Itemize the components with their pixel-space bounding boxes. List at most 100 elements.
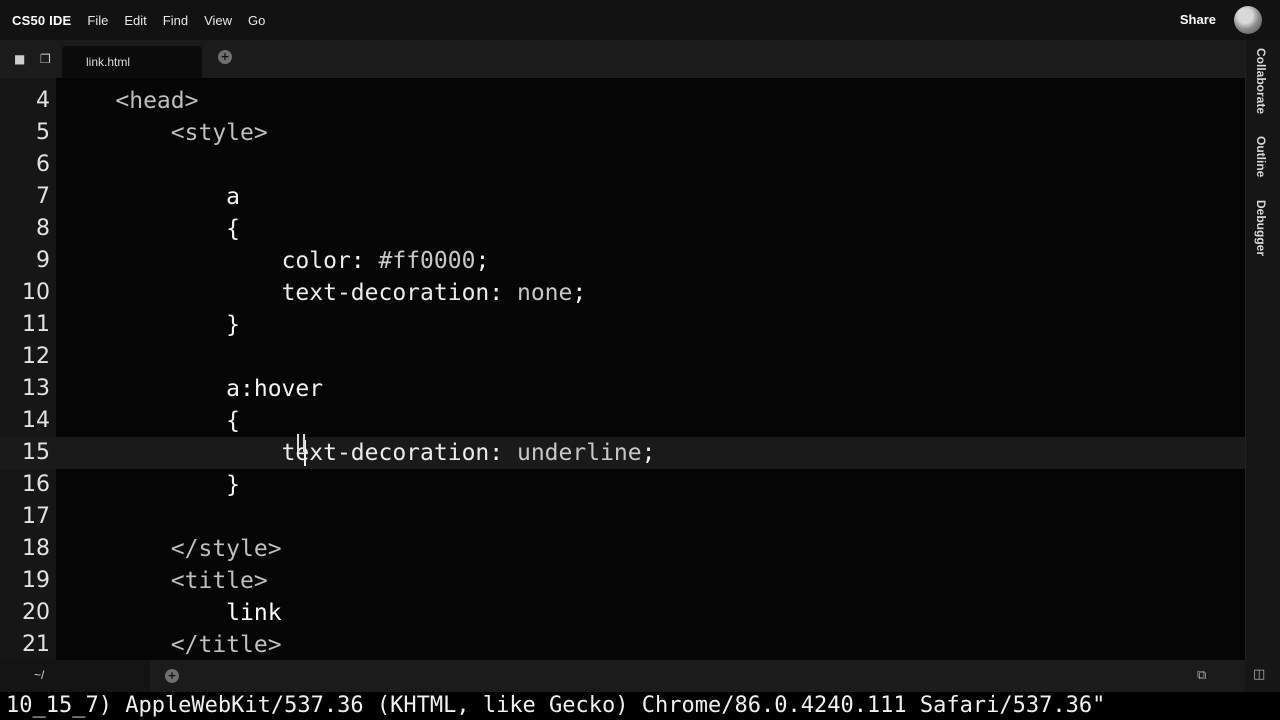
code-text: { (60, 405, 240, 437)
code-token: ; (641, 440, 656, 466)
code-line[interactable]: 11 } (0, 309, 1245, 341)
ide-brand[interactable]: CS50 IDE (12, 13, 71, 28)
code-line[interactable]: 15 text-decoration: underline; (0, 437, 1245, 469)
code-text: <title> (60, 565, 268, 597)
tab-bar: ■ ❐ link.html (0, 40, 1245, 78)
debugger-panel-toggle[interactable]: Debugger (1254, 200, 1268, 256)
menu-bar: CS50 IDE File Edit Find View Go Share (0, 0, 1280, 40)
code-token: none (516, 280, 573, 306)
code-text: } (60, 309, 240, 341)
code-token: a (226, 184, 241, 210)
code-token: } (226, 472, 241, 498)
code-text: link (60, 597, 282, 629)
code-editor[interactable]: 4 <head> 5 <style> 6 7 a8 {9 color: #ff0000… (0, 78, 1245, 660)
code-line[interactable]: 19 <title> (0, 565, 1245, 597)
code-text: a (60, 181, 240, 213)
menu-file[interactable]: File (87, 13, 108, 28)
share-button[interactable]: Share (1180, 12, 1216, 27)
code-token: { (226, 408, 241, 434)
code-token: link (226, 600, 282, 626)
tab-link-html[interactable]: link.html (62, 46, 202, 78)
code-token: <title> (170, 568, 268, 594)
plus-icon[interactable]: + (218, 50, 232, 64)
collaborate-panel-toggle[interactable]: Collaborate (1254, 48, 1268, 114)
code-token: : (350, 248, 379, 274)
code-text: text-decoration: underline; (60, 437, 656, 469)
menu-find[interactable]: Find (163, 13, 188, 28)
code-text: </style> (60, 533, 282, 565)
code-token: : (489, 440, 517, 466)
code-token: #ff0000 (378, 248, 476, 274)
code-line[interactable]: 5 <style> (0, 117, 1245, 149)
menu-go[interactable]: Go (248, 13, 265, 28)
code-line[interactable]: 13 a:hover (0, 373, 1245, 405)
line-number: 5 (36, 120, 50, 145)
code-line[interactable]: 16 } (0, 469, 1245, 501)
code-token: <style> (170, 120, 268, 146)
line-number: 15 (22, 440, 50, 465)
bottom-right-corner: ◫ (1245, 660, 1280, 692)
line-number: 20 (22, 600, 50, 625)
code-line[interactable]: 7 a (0, 181, 1245, 213)
line-number: 19 (22, 568, 50, 593)
code-line[interactable]: 10 text-decoration: none; (0, 277, 1245, 309)
code-line[interactable]: 20 link (0, 597, 1245, 629)
code-token: } (226, 312, 241, 338)
code-text: text-decoration: none; (60, 277, 587, 309)
code-line[interactable]: 21 </title> (0, 629, 1245, 660)
right-side-panel: Collaborate Outline Debugger (1245, 40, 1280, 660)
code-token: <head> (115, 88, 199, 114)
menu-view[interactable]: View (204, 13, 232, 28)
code-line[interactable]: 6 (0, 149, 1245, 181)
line-number: 21 (22, 632, 50, 657)
menu-edit[interactable]: Edit (124, 13, 146, 28)
code-text: <style> (60, 117, 268, 149)
code-token: : (489, 280, 517, 306)
code-line[interactable]: 4 <head> (0, 85, 1245, 117)
terminal-tab-label: ~/ (34, 668, 45, 682)
code-token: </title> (170, 632, 282, 658)
tab-label: link.html (86, 55, 131, 69)
code-line[interactable]: 12 (0, 341, 1245, 373)
code-token: ; (475, 248, 490, 274)
code-text: { (60, 213, 240, 245)
code-text: color: #ff0000; (60, 245, 490, 277)
terminal-tab[interactable]: ~/ (0, 660, 150, 692)
code-line[interactable]: 14 { (0, 405, 1245, 437)
code-text: </title> (60, 629, 282, 660)
line-number: 18 (22, 536, 50, 561)
code-line[interactable]: 17 (0, 501, 1245, 533)
line-number: 7 (36, 184, 50, 209)
avatar[interactable] (1234, 6, 1262, 34)
terminal-tab-bar: ~/ + ⧉ (0, 660, 1245, 692)
outline-panel-toggle[interactable]: Outline (1254, 136, 1268, 177)
restore-icon[interactable]: ◫ (1253, 667, 1265, 682)
maximize-icon[interactable]: ⧉ (1197, 668, 1206, 683)
code-line[interactable]: 18 </style> (0, 533, 1245, 565)
code-line[interactable]: 8 { (0, 213, 1245, 245)
code-token: a:hover (226, 376, 324, 402)
plus-icon[interactable]: + (165, 669, 179, 683)
line-number: 6 (36, 152, 50, 177)
folder-icon[interactable]: ■ (14, 52, 25, 66)
files-icon[interactable]: ❐ (40, 52, 51, 66)
line-number: 12 (22, 344, 50, 369)
line-number: 11 (22, 312, 50, 337)
code-token: { (226, 216, 241, 242)
code-token: text-decoration (281, 440, 490, 466)
terminal-output[interactable]: 10_15_7) AppleWebKit/537.36 (KHTML, like… (0, 692, 1280, 720)
line-number: 9 (36, 248, 50, 273)
code-token: underline (516, 440, 642, 466)
line-number: 17 (22, 504, 50, 529)
code-line[interactable]: 9 color: #ff0000; (0, 245, 1245, 277)
i-beam-pointer (297, 434, 305, 452)
